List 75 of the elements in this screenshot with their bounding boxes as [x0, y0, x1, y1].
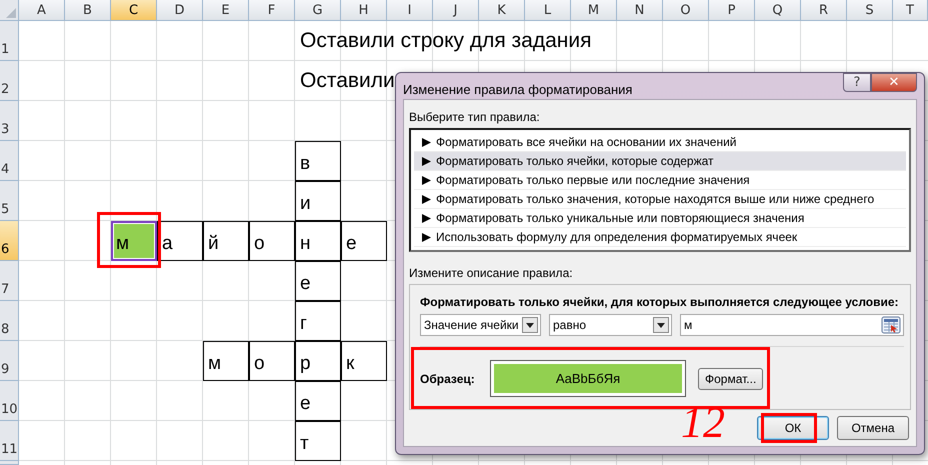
triangle-icon	[422, 194, 431, 204]
row-header[interactable]: 3	[0, 101, 19, 141]
table-cell[interactable]: й	[203, 221, 249, 261]
column-header[interactable]: L	[525, 0, 571, 21]
row-header[interactable]: 4	[0, 141, 19, 181]
column-header[interactable]: N	[617, 0, 663, 21]
ok-button[interactable]: ОК	[757, 416, 829, 440]
section-label: Измените описание правила:	[409, 266, 573, 280]
table-cell[interactable]: м	[111, 221, 157, 261]
column-header[interactable]: F	[249, 0, 295, 21]
column-header[interactable]: R	[801, 0, 847, 21]
column-header[interactable]: Q	[755, 0, 801, 21]
column-header[interactable]: G	[295, 0, 341, 21]
triangle-icon	[422, 176, 431, 184]
table-cell[interactable]: Оставили	[295, 61, 395, 101]
format-preview: АаВbБбЯя	[490, 360, 686, 397]
handwritten-number: 12	[681, 401, 725, 445]
column-header[interactable]: B	[65, 0, 111, 21]
triangle-icon	[422, 214, 431, 222]
column-header[interactable]: H	[341, 0, 387, 21]
column-header[interactable]: O	[663, 0, 709, 21]
section-label: Выберите тип правила:	[409, 110, 540, 124]
column-header[interactable]: E	[203, 0, 249, 21]
table-cell[interactable]: е	[295, 381, 341, 421]
dropdown[interactable]: равно	[549, 314, 672, 336]
table-cell[interactable]: т	[295, 421, 341, 461]
format-button[interactable]: Формат...	[698, 368, 764, 390]
preview-label: Образец:	[420, 372, 476, 386]
row-header[interactable]: 10	[0, 381, 19, 421]
column-header[interactable]: T	[893, 0, 928, 21]
input-field[interactable]: м	[680, 314, 904, 336]
triangle-icon	[422, 232, 431, 242]
column-header[interactable]: A	[19, 0, 65, 21]
cancel-button[interactable]: Отмена	[837, 416, 909, 440]
row-header[interactable]: 5	[0, 181, 19, 221]
column-header[interactable]: J	[433, 0, 479, 21]
column-header[interactable]: S	[847, 0, 893, 21]
table-cell[interactable]: к	[341, 341, 387, 381]
column-header[interactable]: C	[111, 0, 157, 21]
list-item[interactable]: Использовать формулу для определения форматируемых ячеек	[414, 228, 906, 247]
row-header[interactable]: 1	[0, 21, 19, 61]
row-header[interactable]: 8	[0, 301, 19, 341]
dropdown[interactable]: Значение ячейки	[420, 314, 541, 336]
column-header[interactable]: I	[387, 0, 433, 21]
table-cell[interactable]: а	[157, 221, 203, 261]
triangle-icon	[422, 156, 431, 166]
table-cell[interactable]: о	[249, 341, 295, 381]
row-header[interactable]: 9	[0, 341, 19, 381]
column-header[interactable]: P	[709, 0, 755, 21]
window-title: Изменение правила форматирования	[403, 82, 632, 96]
table-cell[interactable]: е	[295, 261, 341, 301]
row-header[interactable]: 2	[0, 61, 19, 101]
row-header[interactable]: 6	[0, 221, 19, 261]
table-cell[interactable]: в	[295, 141, 341, 181]
table-cell[interactable]: Оставили строку для задания	[295, 21, 592, 61]
table-cell[interactable]: м	[203, 341, 249, 381]
table-cell[interactable]: г	[295, 301, 341, 341]
triangle-icon	[6, 8, 16, 18]
list-item[interactable]: Форматировать только первые или последние значения	[414, 171, 906, 190]
help-button[interactable]: ?	[843, 73, 871, 92]
column-header[interactable]: K	[479, 0, 525, 21]
table-cell[interactable]: р	[295, 341, 341, 381]
column-header[interactable]: M	[571, 0, 617, 21]
table-cell[interactable]: е	[341, 221, 387, 261]
condition-heading: Форматировать только ячейки, для которых выполняется следующее условие:	[420, 295, 899, 309]
list-item[interactable]: Форматировать только ячейки, которые содержат	[414, 152, 906, 171]
list-item[interactable]: Форматировать только значения, которые находятся выше или ниже среднего	[414, 190, 906, 209]
list-item[interactable]: Форматировать только уникальные или повторяющиеся значения	[414, 209, 906, 228]
table-cell[interactable]: и	[295, 181, 341, 221]
table-cell[interactable]: о	[249, 221, 295, 261]
triangle-icon	[422, 138, 431, 146]
column-header[interactable]: D	[157, 0, 203, 21]
row-header[interactable]: 11	[0, 421, 19, 461]
table-cell[interactable]: н	[295, 221, 341, 261]
row-header[interactable]: 7	[0, 261, 19, 301]
